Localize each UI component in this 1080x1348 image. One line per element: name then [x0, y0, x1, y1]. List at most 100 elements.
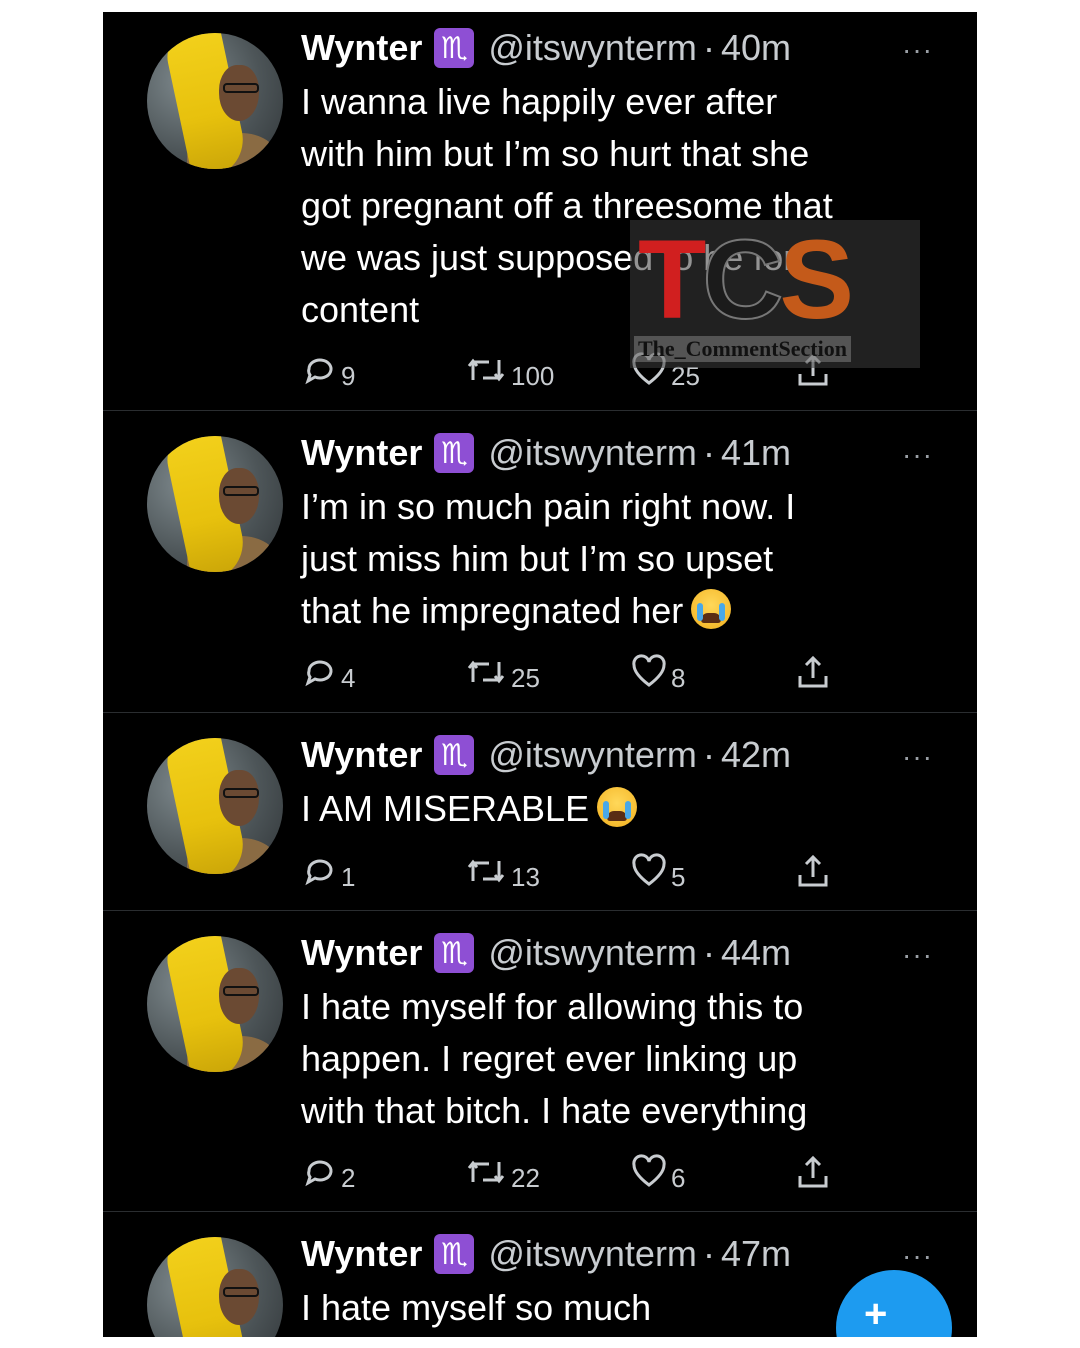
- watermark-logo: TCS The_CommentSection: [630, 217, 920, 368]
- reply-button[interactable]: 2: [301, 1154, 355, 1193]
- tweet-header: Wynter ♏ @itswynterm · 40m: [301, 24, 791, 72]
- share-button[interactable]: [795, 1154, 831, 1190]
- timestamp[interactable]: 41m: [721, 432, 791, 474]
- tweet-actions: 4 25 8: [301, 654, 841, 694]
- watermark-letter-t: T: [638, 217, 706, 342]
- separator: ·: [702, 432, 715, 473]
- tweet-text-content: I hate myself so much: [301, 1287, 652, 1328]
- retweet-count: 22: [511, 1163, 540, 1193]
- share-button[interactable]: [795, 853, 831, 889]
- retweet-count: 100: [511, 361, 555, 391]
- separator: ·: [702, 932, 715, 973]
- avatar[interactable]: [147, 936, 283, 1072]
- heart-icon: [632, 853, 666, 886]
- tweet-actions: 1 13 5: [301, 853, 841, 893]
- username[interactable]: @itswynterm: [488, 1233, 697, 1275]
- display-name[interactable]: Wynter: [301, 27, 422, 69]
- like-count: 8: [671, 663, 686, 693]
- avatar[interactable]: [147, 738, 283, 874]
- retweet-button[interactable]: 100: [465, 352, 554, 391]
- more-options-icon[interactable]: ···: [902, 1240, 933, 1272]
- tweet-header: Wynter ♏ @itswynterm · 47m: [301, 1230, 791, 1278]
- tweet-3[interactable]: Wynter ♏ @itswynterm · 42m ··· I AM MISE…: [103, 713, 977, 910]
- username[interactable]: @itswynterm: [488, 27, 697, 69]
- more-options-icon[interactable]: ···: [902, 939, 933, 971]
- like-button[interactable]: 5: [631, 853, 685, 892]
- username[interactable]: @itswynterm: [488, 432, 697, 474]
- crying-face-icon: [597, 787, 638, 828]
- username[interactable]: @itswynterm: [488, 932, 697, 974]
- reply-button[interactable]: 9: [301, 352, 355, 391]
- timestamp[interactable]: 42m: [721, 734, 791, 776]
- reply-button[interactable]: 4: [301, 654, 355, 693]
- scorpio-icon: ♏: [434, 1234, 475, 1274]
- timestamp[interactable]: 44m: [721, 932, 791, 974]
- reply-icon: [305, 1160, 333, 1187]
- username[interactable]: @itswynterm: [488, 734, 697, 776]
- avatar[interactable]: [147, 436, 283, 572]
- tweet-2[interactable]: Wynter ♏ @itswynterm · 41m ··· I’m in so…: [103, 411, 977, 711]
- reply-icon: [305, 358, 333, 385]
- retweet-count: 25: [511, 663, 540, 693]
- reply-count: 9: [341, 361, 356, 391]
- tweet-text: I AM MISERABLE: [301, 783, 951, 835]
- retweet-icon: [467, 1160, 505, 1184]
- scorpio-icon: ♏: [434, 28, 475, 68]
- more-options-icon[interactable]: ···: [902, 741, 933, 773]
- avatar[interactable]: [147, 1237, 283, 1337]
- separator: ·: [702, 1233, 715, 1274]
- tweet-header: Wynter ♏ @itswynterm · 41m: [301, 429, 791, 477]
- reply-icon: [305, 859, 333, 886]
- watermark-letter-s: S: [779, 217, 854, 342]
- retweet-count: 13: [511, 862, 540, 892]
- tweet-actions: 2 22 6: [301, 1154, 841, 1194]
- display-name[interactable]: Wynter: [301, 932, 422, 974]
- watermark-caption: The_CommentSection: [634, 336, 851, 362]
- timeline-screenshot: Wynter ♏ @itswynterm · 40m ··· I wanna l…: [103, 12, 977, 1337]
- more-options-icon[interactable]: ···: [902, 439, 933, 471]
- separator: ·: [702, 734, 715, 775]
- compose-tweet-icon: +: [864, 1292, 888, 1336]
- avatar[interactable]: [147, 33, 283, 169]
- tweet-text: I hate myself for allowing this to happe…: [301, 981, 951, 1137]
- display-name[interactable]: Wynter: [301, 734, 422, 776]
- tweet-text: I’m in so much pain right now. I just mi…: [301, 481, 951, 637]
- more-options-icon[interactable]: ···: [902, 34, 933, 66]
- heart-icon: [632, 1154, 666, 1187]
- like-button[interactable]: 8: [631, 654, 685, 693]
- tweet-header: Wynter ♏ @itswynterm · 42m: [301, 731, 791, 779]
- reply-button[interactable]: 1: [301, 853, 355, 892]
- retweet-button[interactable]: 22: [465, 1154, 540, 1193]
- retweet-icon: [467, 358, 505, 382]
- heart-icon: [632, 654, 666, 687]
- display-name[interactable]: Wynter: [301, 432, 422, 474]
- display-name[interactable]: Wynter: [301, 1233, 422, 1275]
- watermark-letters: TCS: [638, 217, 854, 342]
- like-count: 5: [671, 862, 686, 892]
- share-icon: [798, 854, 828, 887]
- reply-icon: [305, 660, 333, 687]
- retweet-icon: [467, 859, 505, 883]
- scorpio-icon: ♏: [434, 433, 475, 473]
- scorpio-icon: ♏: [434, 933, 475, 973]
- timestamp[interactable]: 40m: [721, 27, 791, 69]
- scorpio-icon: ♏: [434, 735, 475, 775]
- separator: ·: [702, 27, 715, 68]
- retweet-button[interactable]: 25: [465, 654, 540, 693]
- tweet-text-content: I AM MISERABLE: [301, 788, 590, 829]
- share-icon: [798, 655, 828, 688]
- tweet-text-content: I hate myself for allowing this to happe…: [301, 986, 808, 1131]
- crying-face-icon: [691, 589, 732, 630]
- retweet-button[interactable]: 13: [465, 853, 540, 892]
- tweet-header: Wynter ♏ @itswynterm · 44m: [301, 929, 791, 977]
- like-count: 6: [671, 1163, 686, 1193]
- like-button[interactable]: 6: [631, 1154, 685, 1193]
- reply-count: 4: [341, 663, 356, 693]
- retweet-icon: [467, 660, 505, 684]
- watermark-letter-c: C: [701, 217, 784, 342]
- tweet-4[interactable]: Wynter ♏ @itswynterm · 44m ··· I hate my…: [103, 911, 977, 1211]
- share-button[interactable]: [795, 654, 831, 690]
- share-icon: [798, 1155, 828, 1188]
- timestamp[interactable]: 47m: [721, 1233, 791, 1275]
- reply-count: 2: [341, 1163, 356, 1193]
